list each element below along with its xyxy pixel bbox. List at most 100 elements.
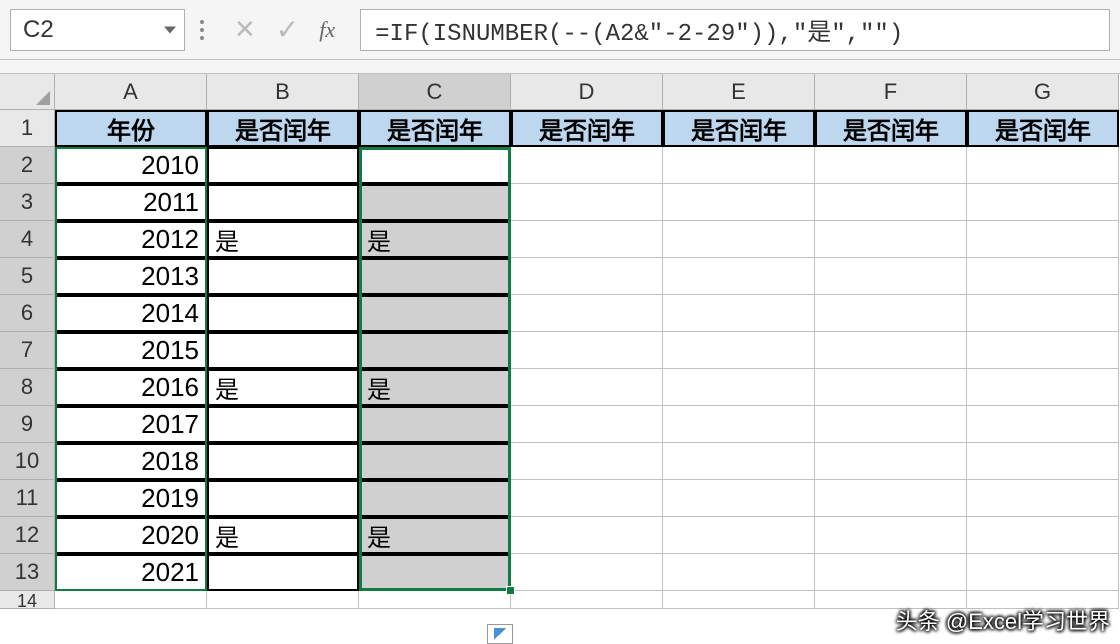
cell-E10[interactable] (663, 443, 815, 480)
selection-handle[interactable] (506, 586, 515, 595)
column-header-F[interactable]: F (815, 74, 967, 110)
header-cell-F[interactable]: 是否闰年 (815, 110, 967, 147)
cell-C3[interactable] (359, 184, 511, 221)
cell-A10[interactable]: 2018 (55, 443, 207, 480)
row-header-7[interactable]: 7 (0, 332, 55, 369)
cell-G4[interactable] (967, 221, 1119, 258)
cell-C8[interactable]: 是 (359, 369, 511, 406)
header-cell-G[interactable]: 是否闰年 (967, 110, 1119, 147)
cell-G13[interactable] (967, 554, 1119, 591)
cell-B7[interactable] (207, 332, 359, 369)
check-icon[interactable]: ✓ (276, 13, 299, 46)
column-header-C[interactable]: C (359, 74, 511, 110)
cell-E14[interactable] (663, 591, 815, 609)
cell-C9[interactable] (359, 406, 511, 443)
header-cell-E[interactable]: 是否闰年 (663, 110, 815, 147)
cell-F6[interactable] (815, 295, 967, 332)
row-header-2[interactable]: 2 (0, 147, 55, 184)
formula-input[interactable]: =IF(ISNUMBER(--(A2&"-2-29")),"是","") (360, 9, 1110, 51)
cell-F10[interactable] (815, 443, 967, 480)
chevron-down-icon[interactable] (164, 26, 176, 33)
header-cell-A[interactable]: 年份 (55, 110, 207, 147)
cell-C5[interactable] (359, 258, 511, 295)
cell-D2[interactable] (511, 147, 663, 184)
cell-F8[interactable] (815, 369, 967, 406)
cell-E7[interactable] (663, 332, 815, 369)
cell-B11[interactable] (207, 480, 359, 517)
expand-dots-icon[interactable] (200, 20, 204, 40)
cell-A12[interactable]: 2020 (55, 517, 207, 554)
cell-F5[interactable] (815, 258, 967, 295)
cell-B3[interactable] (207, 184, 359, 221)
cell-A11[interactable]: 2019 (55, 480, 207, 517)
header-cell-C[interactable]: 是否闰年 (359, 110, 511, 147)
column-header-A[interactable]: A (55, 74, 207, 110)
cell-G11[interactable] (967, 480, 1119, 517)
cell-D13[interactable] (511, 554, 663, 591)
cell-C6[interactable] (359, 295, 511, 332)
cell-G12[interactable] (967, 517, 1119, 554)
cell-A14[interactable] (55, 591, 207, 609)
cell-F12[interactable] (815, 517, 967, 554)
column-header-G[interactable]: G (967, 74, 1119, 110)
cell-D9[interactable] (511, 406, 663, 443)
cell-E9[interactable] (663, 406, 815, 443)
cell-D7[interactable] (511, 332, 663, 369)
column-header-B[interactable]: B (207, 74, 359, 110)
cell-D10[interactable] (511, 443, 663, 480)
cell-C4[interactable]: 是 (359, 221, 511, 258)
cancel-icon[interactable]: ✕ (234, 14, 256, 45)
cell-B9[interactable] (207, 406, 359, 443)
row-header-5[interactable]: 5 (0, 258, 55, 295)
cell-G7[interactable] (967, 332, 1119, 369)
cell-A7[interactable]: 2015 (55, 332, 207, 369)
cell-C11[interactable] (359, 480, 511, 517)
cell-E5[interactable] (663, 258, 815, 295)
cell-B14[interactable] (207, 591, 359, 609)
cell-E12[interactable] (663, 517, 815, 554)
cell-D3[interactable] (511, 184, 663, 221)
cell-E2[interactable] (663, 147, 815, 184)
cell-F13[interactable] (815, 554, 967, 591)
cell-A5[interactable]: 2013 (55, 258, 207, 295)
cell-B2[interactable] (207, 147, 359, 184)
cell-E13[interactable] (663, 554, 815, 591)
cell-E11[interactable] (663, 480, 815, 517)
cell-C7[interactable] (359, 332, 511, 369)
cell-E6[interactable] (663, 295, 815, 332)
cell-B8[interactable]: 是 (207, 369, 359, 406)
cell-A2[interactable]: 2010 (55, 147, 207, 184)
cell-G9[interactable] (967, 406, 1119, 443)
cell-F2[interactable] (815, 147, 967, 184)
cell-C2[interactable] (359, 147, 511, 184)
row-header-14[interactable]: 14 (0, 591, 55, 609)
cell-F3[interactable] (815, 184, 967, 221)
cell-D6[interactable] (511, 295, 663, 332)
cell-C10[interactable] (359, 443, 511, 480)
header-cell-B[interactable]: 是否闰年 (207, 110, 359, 147)
row-header-11[interactable]: 11 (0, 480, 55, 517)
cell-A3[interactable]: 2011 (55, 184, 207, 221)
row-header-8[interactable]: 8 (0, 369, 55, 406)
cell-D14[interactable] (511, 591, 663, 609)
cell-D5[interactable] (511, 258, 663, 295)
cell-B12[interactable]: 是 (207, 517, 359, 554)
row-header-1[interactable]: 1 (0, 110, 55, 147)
cell-A8[interactable]: 2016 (55, 369, 207, 406)
cell-E8[interactable] (663, 369, 815, 406)
cell-C13[interactable] (359, 554, 511, 591)
name-box[interactable]: C2 (10, 9, 185, 51)
cell-F4[interactable] (815, 221, 967, 258)
row-header-9[interactable]: 9 (0, 406, 55, 443)
cell-G5[interactable] (967, 258, 1119, 295)
cell-B5[interactable] (207, 258, 359, 295)
cell-B4[interactable]: 是 (207, 221, 359, 258)
cell-G3[interactable] (967, 184, 1119, 221)
cell-D11[interactable] (511, 480, 663, 517)
row-header-4[interactable]: 4 (0, 221, 55, 258)
row-header-12[interactable]: 12 (0, 517, 55, 554)
cell-B6[interactable] (207, 295, 359, 332)
header-cell-D[interactable]: 是否闰年 (511, 110, 663, 147)
cell-C14[interactable] (359, 591, 511, 609)
cell-D8[interactable] (511, 369, 663, 406)
